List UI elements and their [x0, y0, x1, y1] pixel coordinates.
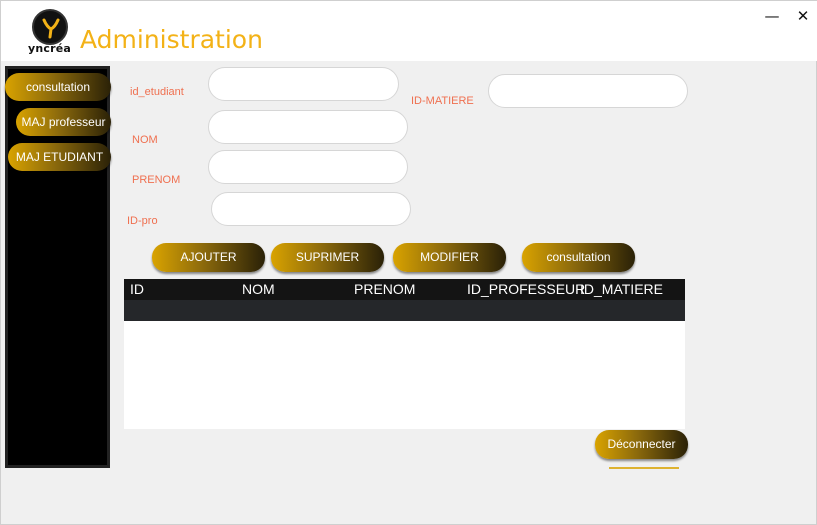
minimize-button[interactable]: — — [758, 5, 786, 27]
data-table[interactable]: ID NOM PRENOM ID_PROFESSEUR ID_MATIERE — [124, 279, 685, 429]
nom-input[interactable] — [208, 110, 408, 144]
yncrea-logo: yncréa — [27, 9, 75, 57]
id-etudiant-label: id_etudiant — [130, 86, 184, 98]
column-header-nom[interactable]: NOM — [242, 281, 275, 297]
consultation-button[interactable]: consultation — [522, 243, 635, 272]
column-header-prenom[interactable]: PRENOM — [354, 281, 415, 297]
id-matiere-input[interactable] — [488, 74, 688, 108]
ajouter-button[interactable]: AJOUTER — [152, 243, 265, 272]
table-row[interactable] — [124, 300, 685, 321]
table-header: ID NOM PRENOM ID_PROFESSEUR ID_MATIERE — [124, 279, 685, 300]
logout-button[interactable]: Déconnecter — [595, 430, 688, 459]
suprimer-button[interactable]: SUPRIMER — [271, 243, 384, 272]
prenom-input[interactable] — [208, 150, 408, 184]
prenom-label: PRENOM — [132, 174, 181, 186]
app-window: — ✕ yncréa Administration consultation M… — [0, 0, 817, 525]
sidebar-item-maj-etudiant[interactable]: MAJ ETUDIANT — [8, 143, 111, 171]
close-button[interactable]: ✕ — [789, 5, 817, 27]
id-etudiant-input[interactable] — [208, 67, 399, 101]
logout-underline — [609, 467, 679, 469]
sidebar: consultation MAJ professeur MAJ ETUDIANT — [5, 66, 111, 468]
modifier-button[interactable]: MODIFIER — [393, 243, 506, 272]
column-header-id-professeur[interactable]: ID_PROFESSEUR — [467, 281, 585, 297]
sidebar-item-consultation[interactable]: consultation — [5, 73, 111, 101]
id-pro-label: ID-pro — [127, 215, 158, 227]
column-header-id-matiere[interactable]: ID_MATIERE — [580, 281, 663, 297]
sidebar-item-maj-professeur[interactable]: MAJ professeur — [16, 108, 111, 136]
page-title: Administration — [80, 25, 263, 54]
id-pro-input[interactable] — [211, 192, 411, 226]
column-header-id[interactable]: ID — [130, 281, 144, 297]
nom-label: NOM — [132, 134, 158, 146]
logo-wordmark: yncréa — [28, 42, 72, 55]
logo-y-icon — [32, 9, 68, 45]
id-matiere-label: ID-MATIERE — [411, 95, 474, 107]
